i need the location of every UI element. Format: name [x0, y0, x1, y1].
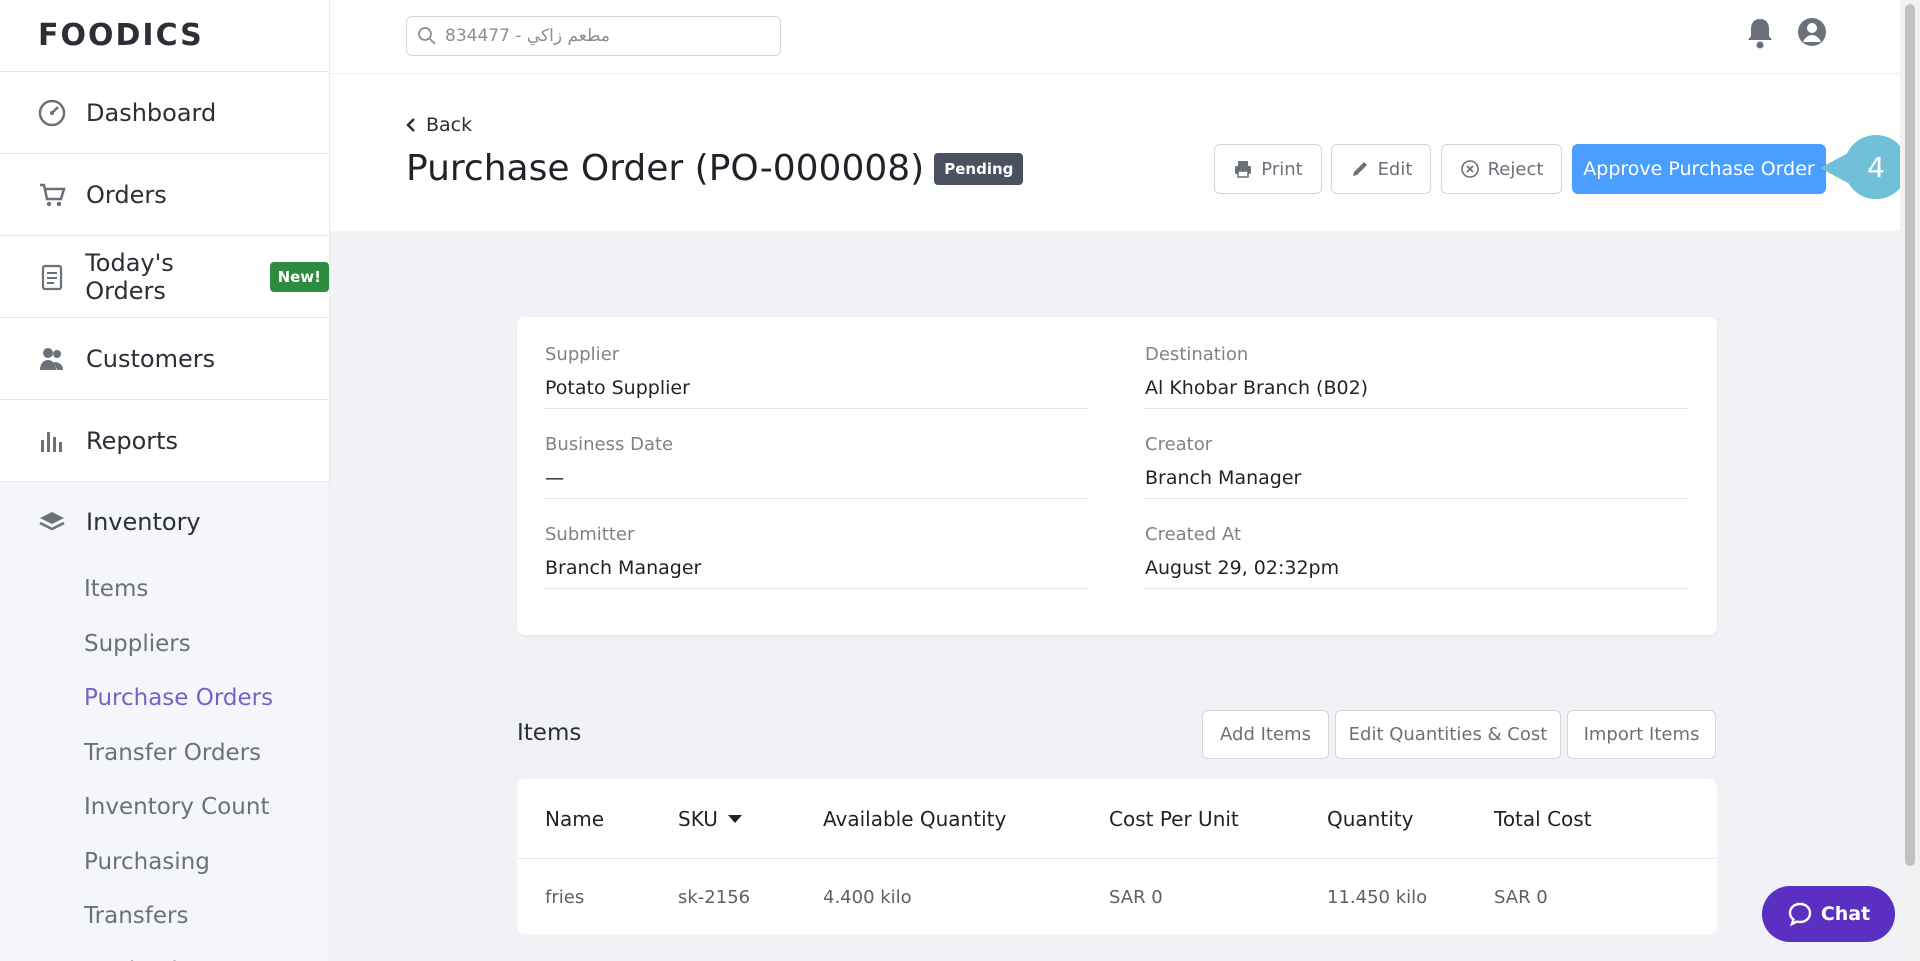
field-value: Branch Manager: [545, 557, 702, 579]
column-header-cost-per-unit[interactable]: Cost Per Unit: [1109, 807, 1239, 831]
sidebar-item-label: Inventory: [86, 508, 201, 536]
sidebar-subitem-production[interactable]: Production: [0, 944, 329, 961]
close-circle-icon: [1460, 160, 1479, 178]
add-items-button[interactable]: Add Items: [1202, 710, 1329, 759]
sidebar-item-reports[interactable]: Reports: [0, 400, 329, 482]
chat-bubble-icon: [1788, 902, 1812, 927]
cell-quantity: 11.450 kilo: [1327, 887, 1428, 908]
creator-field: Creator Branch Manager: [1145, 434, 1687, 499]
search-input[interactable]: [445, 26, 765, 46]
column-header-label: SKU: [678, 807, 718, 831]
items-section-title: Items: [517, 720, 582, 746]
field-label: Submitter: [545, 524, 635, 545]
step-number-badge: 4: [1844, 135, 1908, 199]
table-divider: [517, 858, 1717, 859]
field-value: Branch Manager: [1145, 467, 1302, 489]
field-label: Business Date: [545, 434, 674, 455]
back-link[interactable]: Back: [406, 114, 472, 136]
new-badge: New!: [269, 261, 329, 292]
chat-button[interactable]: Chat: [1762, 886, 1895, 942]
created-at-field: Created At August 29, 02:32pm: [1145, 524, 1687, 589]
logo[interactable]: FOODICS: [0, 0, 329, 72]
field-value: August 29, 02:32pm: [1145, 557, 1340, 579]
sidebar-item-dashboard[interactable]: Dashboard: [0, 72, 329, 154]
sidebar-subitem-inventory-count[interactable]: Inventory Count: [0, 780, 329, 835]
customers-icon: [36, 343, 68, 375]
column-header-total-cost[interactable]: Total Cost: [1494, 807, 1592, 831]
sidebar-subitem-purchase-orders[interactable]: Purchase Orders: [0, 671, 329, 726]
edit-quantities-cost-button[interactable]: Edit Quantities & Cost: [1335, 710, 1561, 759]
field-label: Destination: [1145, 344, 1249, 365]
print-label: Print: [1261, 158, 1303, 180]
sidebar-item-inventory[interactable]: Inventory: [0, 482, 329, 562]
logo-text: FOODICS: [38, 18, 204, 53]
clipboard-icon: [36, 261, 67, 293]
chevron-left-icon: [406, 118, 415, 132]
sidebar-subitem-suppliers[interactable]: Suppliers: [0, 617, 329, 672]
cell-name: fries: [545, 887, 585, 908]
user-avatar-icon[interactable]: [1796, 16, 1828, 52]
column-header-quantity[interactable]: Quantity: [1327, 807, 1413, 831]
sidebar-item-label: Reports: [86, 426, 179, 455]
search-icon: [418, 27, 436, 45]
edit-label: Edit: [1377, 158, 1413, 180]
sidebar-subitem-transfers[interactable]: Transfers: [0, 889, 329, 944]
business-date-field: Business Date —: [545, 434, 1087, 499]
field-value: Potato Supplier: [545, 377, 690, 399]
field-label: Creator: [1145, 434, 1213, 455]
sidebar-item-orders[interactable]: Orders: [0, 154, 329, 236]
sidebar-item-label: Customers: [86, 344, 216, 373]
sidebar-subitem-purchasing[interactable]: Purchasing: [0, 835, 329, 890]
submitter-field: Submitter Branch Manager: [545, 524, 1087, 589]
destination-field: Destination Al Khobar Branch (B02): [1145, 344, 1687, 409]
reject-label: Reject: [1487, 158, 1544, 180]
pencil-icon: [1352, 162, 1367, 176]
sidebar-subitem-transfer-orders[interactable]: Transfer Orders: [0, 726, 329, 781]
topbar: [330, 0, 1900, 74]
sidebar-item-label: Dashboard: [86, 98, 217, 127]
cell-cost-per-unit: SAR 0: [1109, 887, 1163, 908]
printer-icon: [1235, 161, 1252, 178]
scrollbar-thumb[interactable]: [1905, 4, 1915, 866]
field-label: Supplier: [545, 344, 620, 365]
import-items-button[interactable]: Import Items: [1567, 710, 1716, 759]
cell-available-quantity: 4.400 kilo: [823, 887, 912, 908]
sidebar-item-todays-orders[interactable]: Today's Orders New!: [0, 236, 329, 318]
search-box[interactable]: [406, 16, 781, 56]
inventory-section: Inventory Items Suppliers Purchase Order…: [0, 482, 329, 961]
field-value: Al Khobar Branch (B02): [1145, 377, 1369, 399]
chat-label: Chat: [1820, 903, 1871, 925]
cart-icon: [36, 179, 68, 211]
bell-icon[interactable]: [1744, 16, 1776, 54]
field-label: Created At: [1145, 524, 1242, 545]
sidebar: FOODICS Dashboard Orders Today's Orders …: [0, 0, 330, 961]
sidebar-item-customers[interactable]: Customers: [0, 318, 329, 400]
column-header-sku[interactable]: SKU: [678, 807, 742, 831]
approve-purchase-order-button[interactable]: Approve Purchase Order: [1572, 144, 1826, 194]
field-value: —: [545, 467, 564, 489]
status-badge: Pending: [934, 152, 1024, 185]
sort-down-icon: [727, 815, 742, 823]
sidebar-item-label: Today's Orders: [85, 248, 174, 305]
print-button[interactable]: Print: [1214, 144, 1322, 194]
page-title: Purchase Order (PO-000008): [406, 148, 925, 189]
column-header-available-quantity[interactable]: Available Quantity: [823, 807, 1006, 831]
dashboard-icon: [36, 97, 68, 129]
page-scrollbar[interactable]: [1900, 0, 1920, 961]
layers-icon: [36, 506, 68, 538]
page-title-row: Purchase Order (PO-000008) Pending: [406, 148, 1024, 189]
items-table: Name SKU Available Quantity Cost Per Uni…: [517, 779, 1717, 934]
supplier-field: Supplier Potato Supplier: [545, 344, 1087, 409]
cell-sku: sk-2156: [678, 887, 751, 908]
edit-button[interactable]: Edit: [1331, 144, 1431, 194]
column-header-name[interactable]: Name: [545, 807, 604, 831]
details-card: Supplier Potato Supplier Destination Al …: [517, 317, 1717, 635]
reject-button[interactable]: Reject: [1441, 144, 1562, 194]
page-header: Back Purchase Order (PO-000008) Pending …: [330, 74, 1908, 231]
back-label: Back: [426, 114, 473, 136]
sidebar-item-label: Orders: [86, 180, 167, 209]
sidebar-subitem-items[interactable]: Items: [0, 562, 329, 617]
bar-chart-icon: [36, 425, 68, 457]
cell-total-cost: SAR 0: [1494, 887, 1548, 908]
